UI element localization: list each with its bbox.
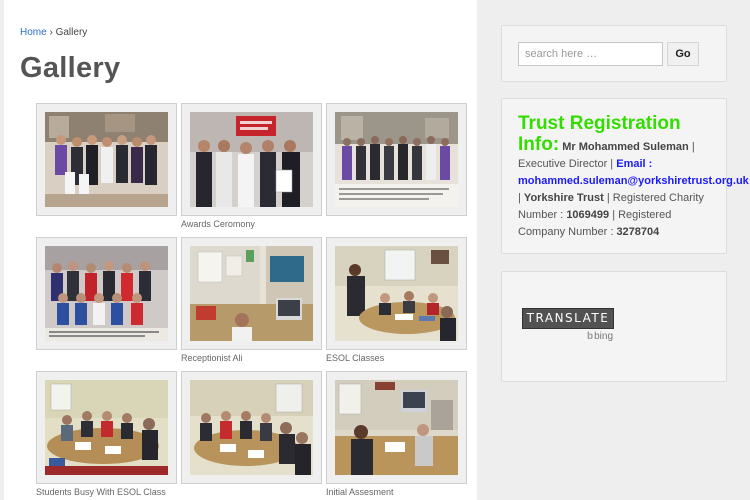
gallery-thumbnail[interactable] [36, 103, 177, 216]
gallery-item[interactable]: ESOL Classes [326, 237, 467, 363]
page-title: Gallery [20, 52, 121, 84]
translate-button[interactable]: TRANSLATE [522, 308, 614, 329]
gallery-item[interactable]: Receptionist Ali [181, 237, 322, 363]
class-session-image [190, 380, 313, 475]
breadcrumb-current: Gallery [55, 27, 88, 38]
charity-number: 1069499 [566, 209, 610, 221]
search-widget: Go [501, 25, 727, 82]
school-children-image [45, 246, 168, 341]
gallery-thumbnail[interactable] [326, 103, 467, 216]
gallery-caption: ESOL Classes [326, 353, 385, 363]
gallery-item[interactable]: Students Busy With ESOL Class [36, 371, 177, 497]
awards-ceremony-image [190, 112, 313, 207]
trust-info-text: Trust Registration Info: Mr Mohammed Sul… [518, 114, 749, 241]
gallery-caption: Awards Ceromony [181, 219, 255, 229]
search-go-button[interactable]: Go [667, 42, 699, 66]
director-name: Mr Mohammed Suleman [562, 141, 689, 153]
gallery-item[interactable] [181, 371, 322, 487]
initial-assessment-image [335, 380, 458, 475]
bing-label: bing [594, 331, 614, 342]
gallery-item[interactable]: Initial Assesment [326, 371, 467, 497]
group-photo-image [45, 112, 168, 207]
gallery-thumbnail[interactable] [36, 371, 177, 484]
newspaper-group-image [335, 112, 458, 207]
bing-logo-icon: b [587, 331, 594, 342]
gallery-item[interactable] [326, 103, 467, 219]
separator: | [518, 192, 521, 204]
gallery-thumbnail[interactable] [181, 237, 322, 350]
email-link[interactable]: mohammed.suleman@yorkshiretrust.org.uk [518, 175, 749, 187]
trust-info-widget: Trust Registration Info: Mr Mohammed Sul… [501, 98, 749, 254]
gallery-caption: Initial Assesment [326, 487, 394, 497]
gallery-thumbnail[interactable] [326, 237, 467, 350]
breadcrumb-separator: › [49, 27, 53, 38]
email-label: Email : [616, 158, 653, 170]
esol-class-image [335, 246, 458, 341]
gallery-thumbnail[interactable] [326, 371, 467, 484]
gallery-item[interactable] [36, 237, 177, 353]
gallery-thumbnail[interactable] [36, 237, 177, 350]
gallery-grid: Awards Ceromony Receptionist Ali ESOL Cl… [36, 103, 476, 500]
breadcrumb-home-link[interactable]: Home [20, 27, 47, 38]
gallery-item[interactable] [36, 103, 177, 219]
gallery-thumbnail[interactable] [181, 103, 322, 216]
students-class-image [45, 380, 168, 475]
gallery-thumbnail[interactable] [181, 371, 322, 484]
gallery-item[interactable]: Awards Ceromony [181, 103, 322, 229]
reception-office-image [190, 246, 313, 341]
organization-name: Yorkshire Trust [523, 192, 604, 204]
bing-attribution: bbing [587, 331, 613, 342]
company-number: 3278704 [616, 226, 660, 238]
gallery-caption: Students Busy With ESOL Class [36, 487, 166, 497]
gallery-caption: Receptionist Ali [181, 353, 243, 363]
main-content: Home › Gallery Gallery Awards Ceromony R… [4, 0, 477, 500]
search-input[interactable] [518, 42, 663, 66]
breadcrumb: Home › Gallery [20, 27, 87, 38]
translate-widget: TRANSLATE bbing [501, 271, 727, 382]
